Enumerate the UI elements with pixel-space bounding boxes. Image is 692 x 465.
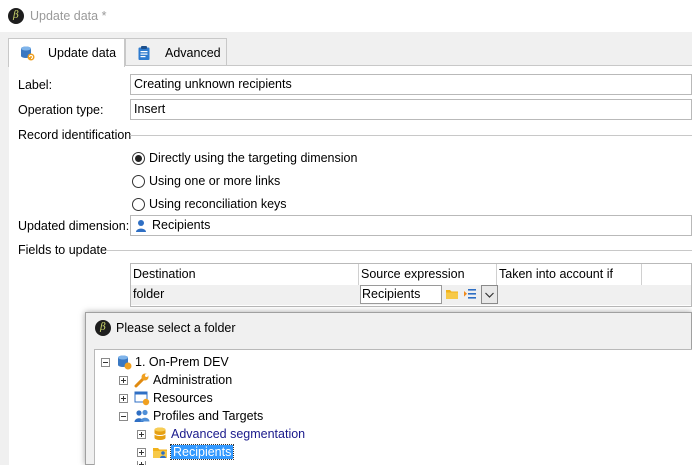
dialog-title: Please select a folder bbox=[116, 321, 236, 335]
label-caption: Label: bbox=[18, 78, 53, 92]
app-logo-icon: β bbox=[8, 8, 24, 24]
app-logo-icon: β bbox=[95, 320, 111, 336]
select-folder-dialog: β Please select a folder 1. On-Prem DEV … bbox=[85, 312, 692, 465]
tree-node-advanced-segmentation[interactable]: Advanced segmentation bbox=[137, 425, 305, 443]
tree-node-label: Resources bbox=[153, 391, 213, 405]
section-divider bbox=[130, 135, 692, 136]
updated-dimension-field[interactable]: Recipients bbox=[130, 215, 692, 236]
operation-type-caption: Operation type: bbox=[18, 103, 104, 117]
collapse-icon[interactable] bbox=[119, 411, 128, 421]
radio-links[interactable]: Using one or more links bbox=[132, 174, 280, 188]
collapse-icon[interactable] bbox=[101, 357, 110, 367]
fields-grid: Destination Source expression Taken into… bbox=[130, 263, 692, 307]
tab-update-data[interactable]: Update data bbox=[8, 38, 125, 67]
column-header-source-expression[interactable]: Source expression bbox=[359, 264, 497, 285]
operation-type-field[interactable]: Insert bbox=[130, 99, 692, 120]
column-header-taken-into-account[interactable]: Taken into account if bbox=[497, 264, 642, 285]
radio-button[interactable] bbox=[132, 197, 145, 211]
expand-icon[interactable] bbox=[137, 429, 146, 439]
tree-node-recipients[interactable]: Recipients bbox=[137, 443, 235, 461]
radio-label: Using reconciliation keys bbox=[149, 197, 287, 211]
expand-icon[interactable] bbox=[119, 393, 128, 403]
folder-tree: 1. On-Prem DEV Administration Resources bbox=[94, 349, 692, 465]
database-icon bbox=[118, 355, 132, 370]
destination-cell[interactable]: folder bbox=[131, 285, 359, 305]
expand-icon[interactable] bbox=[137, 447, 146, 457]
record-identification-caption: Record identification bbox=[18, 128, 132, 142]
tab-update-data-label: Update data bbox=[48, 46, 117, 60]
title-bar: β Update data * bbox=[0, 0, 692, 32]
database-refresh-icon bbox=[21, 46, 35, 61]
tree-node-label: 1. On-Prem DEV bbox=[135, 355, 229, 369]
people-icon bbox=[134, 409, 150, 422]
tree-node-resources[interactable]: Resources bbox=[119, 389, 213, 407]
radio-targeting-dimension[interactable]: Directly using the targeting dimension bbox=[132, 151, 357, 165]
expression-editor-icon[interactable] bbox=[463, 287, 477, 301]
wrench-icon bbox=[134, 373, 149, 388]
tree-node-partial[interactable] bbox=[137, 461, 152, 465]
window-gear-icon bbox=[134, 391, 150, 406]
radio-reconciliation-keys[interactable]: Using reconciliation keys bbox=[132, 197, 287, 211]
expand-icon[interactable] bbox=[119, 375, 128, 385]
label-input[interactable]: Creating unknown recipients bbox=[130, 74, 692, 95]
fields-to-update-caption: Fields to update bbox=[18, 243, 107, 257]
tree-node-profiles-and-targets[interactable]: Profiles and Targets bbox=[119, 407, 263, 425]
radio-button[interactable] bbox=[132, 151, 145, 165]
tab-advanced[interactable]: Advanced bbox=[125, 38, 227, 66]
radio-label: Using one or more links bbox=[149, 174, 281, 188]
table-row[interactable]: folder Recipients bbox=[131, 285, 691, 305]
updated-dimension-caption: Updated dimension: bbox=[18, 219, 130, 233]
column-header-destination[interactable]: Destination bbox=[131, 264, 359, 285]
database-stack-icon bbox=[154, 427, 166, 440]
expand-icon[interactable] bbox=[137, 461, 146, 465]
section-divider bbox=[106, 250, 692, 251]
source-expression-input[interactable]: Recipients bbox=[360, 285, 442, 304]
tab-strip: Update data Advanced bbox=[8, 38, 692, 67]
tab-advanced-label: Advanced bbox=[165, 45, 221, 60]
folder-icon[interactable] bbox=[445, 287, 459, 301]
radio-label: Directly using the targeting dimension bbox=[149, 151, 358, 165]
tree-node-label: Administration bbox=[153, 373, 233, 387]
person-icon bbox=[136, 219, 146, 232]
clipboard-icon bbox=[138, 45, 150, 60]
tree-node-label: Profiles and Targets bbox=[153, 409, 264, 423]
updated-dimension-value: Recipients bbox=[152, 218, 211, 232]
tree-node-label-selected: Recipients bbox=[169, 444, 235, 460]
tree-node-administration[interactable]: Administration bbox=[119, 371, 232, 389]
tree-node-label: Advanced segmentation bbox=[171, 427, 306, 441]
chevron-down-icon[interactable] bbox=[481, 285, 498, 304]
folder-person-icon bbox=[153, 448, 167, 458]
radio-button[interactable] bbox=[132, 174, 145, 188]
tree-node-on-prem-dev[interactable]: 1. On-Prem DEV bbox=[101, 353, 229, 371]
window-title: Update data * bbox=[30, 9, 107, 23]
